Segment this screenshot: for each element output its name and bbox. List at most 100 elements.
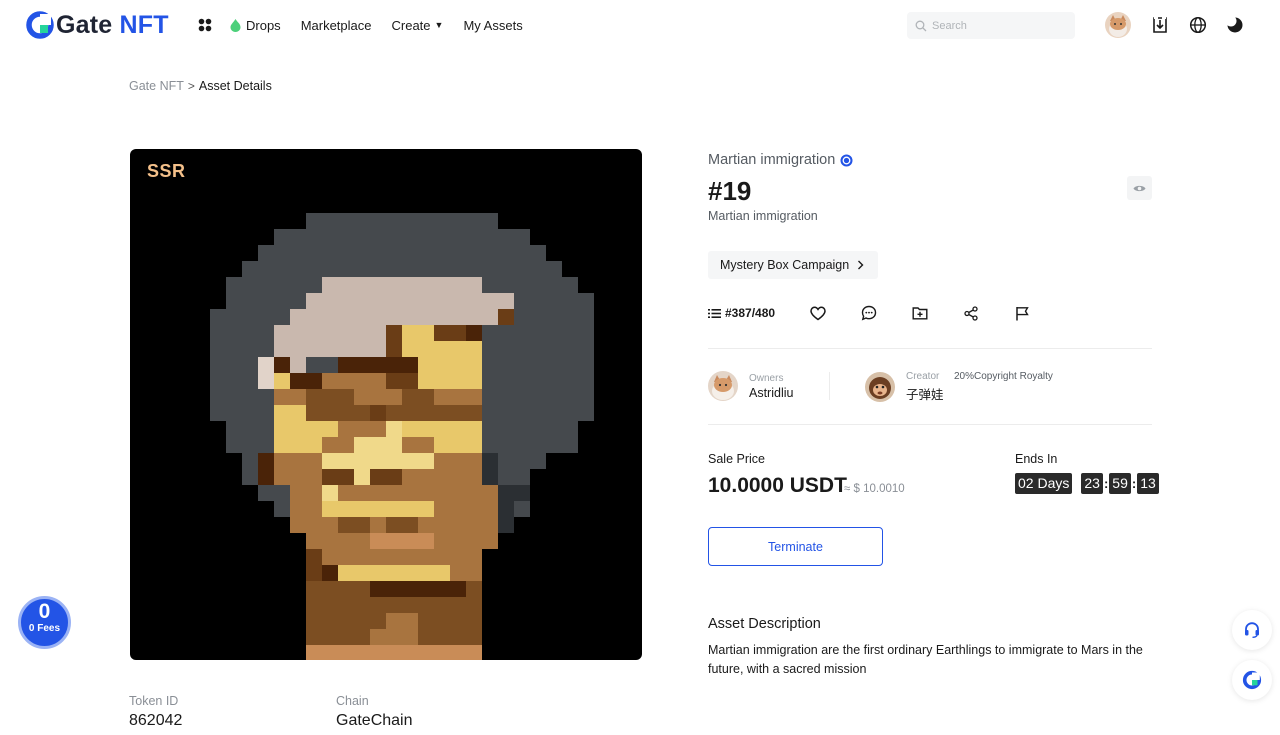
folder-plus-icon	[912, 307, 928, 320]
pixel	[466, 469, 482, 485]
nav-drops-label: Drops	[246, 17, 281, 33]
fees-number: 0	[38, 600, 51, 623]
pixel	[530, 373, 546, 389]
creator-name[interactable]: 子弹娃	[906, 384, 944, 403]
owner-name[interactable]: Astridliu	[749, 386, 793, 400]
report-button[interactable]	[1015, 304, 1029, 322]
pixel	[306, 453, 322, 469]
pixel	[290, 373, 306, 389]
pixel	[306, 613, 322, 629]
flag-icon	[1016, 306, 1029, 320]
search-input[interactable]	[932, 19, 1062, 32]
action-bar: #387/480	[708, 304, 1152, 322]
owner-info[interactable]: Owners Astridliu	[708, 371, 793, 401]
pixel	[322, 629, 338, 645]
pixel	[530, 261, 546, 277]
pixel	[530, 293, 546, 309]
pixel	[434, 277, 450, 293]
token-id-value: 862042	[129, 712, 183, 729]
pixel	[402, 421, 418, 437]
pixel	[530, 421, 546, 437]
comment-button[interactable]	[861, 304, 877, 322]
breadcrumb-root-link[interactable]: Gate NFT	[129, 79, 184, 93]
pixel	[434, 437, 450, 453]
timer-days: 02 Days	[1015, 473, 1073, 494]
add-to-folder-button[interactable]	[912, 304, 928, 322]
pixel	[450, 485, 466, 501]
collection-link[interactable]: Martian immigration	[708, 152, 853, 168]
nft-artwork[interactable]: SSR	[130, 149, 642, 660]
pixel	[562, 421, 578, 437]
pixel	[274, 501, 290, 517]
pixel	[386, 485, 402, 501]
pixel	[258, 373, 274, 389]
nav-marketplace[interactable]: Marketplace	[301, 18, 372, 33]
nav-drops[interactable]: Drops	[230, 18, 281, 33]
zero-fees-badge[interactable]: 0 0 Fees	[18, 596, 71, 649]
view-count-button[interactable]	[1127, 176, 1152, 200]
search-box[interactable]	[907, 12, 1075, 39]
pixel	[258, 405, 274, 421]
nav-my-assets[interactable]: My Assets	[463, 18, 522, 33]
pixel	[322, 373, 338, 389]
language-globe-icon[interactable]	[1189, 16, 1207, 34]
pixel	[450, 389, 466, 405]
pixel	[306, 229, 322, 245]
pixel	[482, 357, 498, 373]
pixel	[546, 325, 562, 341]
pixel-portrait-image	[210, 213, 594, 660]
pixel	[482, 485, 498, 501]
pixel	[258, 437, 274, 453]
nav-create-label: Create	[391, 17, 431, 33]
pixel	[466, 277, 482, 293]
pixel	[290, 261, 306, 277]
share-button[interactable]	[964, 304, 978, 322]
pixel	[450, 309, 466, 325]
pixel	[466, 245, 482, 261]
download-app-icon[interactable]	[1151, 16, 1169, 34]
pixel	[434, 629, 450, 645]
pixel	[226, 357, 242, 373]
apps-grid-icon[interactable]	[198, 18, 212, 32]
customer-support-button[interactable]	[1232, 610, 1272, 650]
pixel	[434, 645, 450, 660]
pixel	[530, 357, 546, 373]
pixel	[466, 565, 482, 581]
pixel	[386, 453, 402, 469]
terminate-button[interactable]: Terminate	[708, 527, 883, 566]
pixel	[226, 293, 242, 309]
pixel	[354, 421, 370, 437]
pixel	[386, 421, 402, 437]
pixel	[386, 341, 402, 357]
pixel	[386, 357, 402, 373]
pixel	[402, 549, 418, 565]
nav-create[interactable]: Create ▼	[392, 18, 444, 33]
pixel	[274, 277, 290, 293]
pixel	[354, 261, 370, 277]
gate-logo-icon	[26, 11, 54, 39]
pixel	[482, 373, 498, 389]
edition-list-button[interactable]: #387/480	[708, 304, 775, 322]
pixel	[498, 421, 514, 437]
gate-app-button[interactable]	[1232, 660, 1272, 700]
pixel	[354, 437, 370, 453]
cat-avatar-image	[1105, 12, 1131, 38]
drops-flame-icon	[230, 18, 241, 32]
gate-nft-logo[interactable]: Gate NFT	[26, 10, 169, 40]
creator-info[interactable]: Creator 子弹娃	[865, 371, 944, 403]
pixel	[418, 581, 434, 597]
pixel	[338, 277, 354, 293]
pixel	[466, 581, 482, 597]
chat-bubble-icon	[861, 305, 877, 321]
pixel	[482, 533, 498, 549]
pixel	[482, 437, 498, 453]
user-avatar[interactable]	[1105, 12, 1131, 38]
pixel	[450, 405, 466, 421]
like-button[interactable]	[810, 304, 826, 322]
share-icon	[964, 305, 978, 321]
pixel	[546, 389, 562, 405]
pixel	[434, 245, 450, 261]
mystery-box-campaign-button[interactable]: Mystery Box Campaign	[708, 251, 879, 279]
pixel	[498, 501, 514, 517]
dark-mode-toggle-icon[interactable]	[1226, 16, 1244, 34]
